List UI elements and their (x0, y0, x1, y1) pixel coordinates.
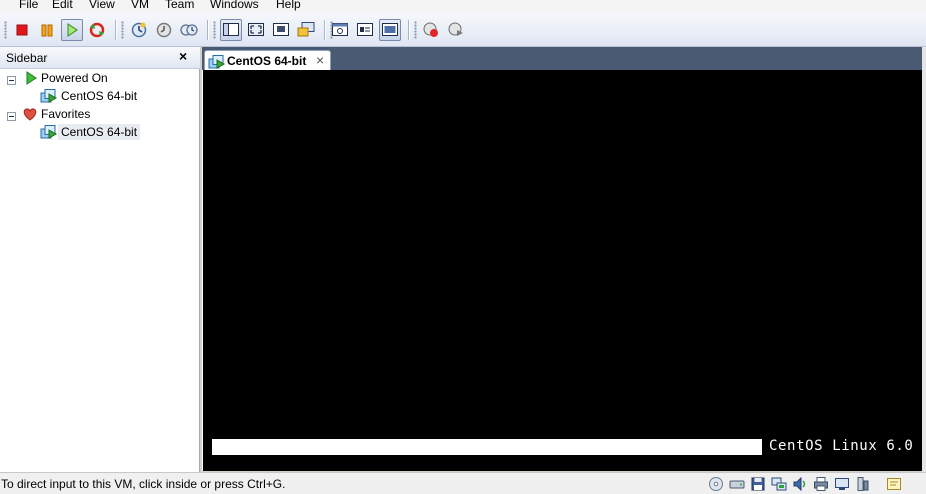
vm-icon (40, 125, 58, 139)
printer-icon[interactable] (813, 476, 829, 492)
unity-icon (273, 23, 289, 36)
toolbar-separator (324, 20, 326, 40)
stop-button[interactable] (11, 19, 33, 41)
menu-vm[interactable]: VM (131, 0, 149, 12)
full-screen-icon (248, 23, 264, 36)
summary-button[interactable] (354, 19, 376, 41)
toolbar-grip[interactable] (121, 21, 124, 39)
tree-item-centos-64-bit-favorite[interactable]: CentOS 64-bit (40, 123, 141, 141)
menu-view[interactable]: View (89, 0, 115, 12)
toolbar (0, 13, 926, 47)
summary-icon (357, 23, 373, 36)
boot-progress-fill (212, 439, 762, 455)
console-view-icon (297, 22, 315, 37)
status-message: To direct input to this VM, click inside… (1, 477, 286, 491)
status-bar: To direct input to this VM, click inside… (0, 472, 926, 494)
tree-item-centos-64-bit[interactable]: CentOS 64-bit (40, 87, 140, 105)
network-icon[interactable] (771, 476, 787, 492)
replay-button[interactable] (445, 19, 467, 41)
menu-edit[interactable]: Edit (52, 0, 73, 12)
cdrom-icon[interactable] (708, 476, 724, 492)
console-brand-text: CentOS Linux 6.0 (769, 438, 914, 454)
usb-icon[interactable] (855, 476, 871, 492)
tab-close-button[interactable]: × (316, 52, 324, 68)
display-icon[interactable] (834, 476, 850, 492)
toolbar-separator (408, 20, 410, 40)
heart-icon (23, 108, 37, 121)
menu-team[interactable]: Team (165, 0, 194, 12)
tree-group-powered-on[interactable]: Powered On (24, 69, 111, 87)
play-button[interactable] (61, 19, 83, 41)
sound-icon[interactable] (792, 476, 808, 492)
play-icon (67, 23, 78, 37)
full-screen-button[interactable] (245, 19, 267, 41)
settings-button[interactable] (329, 19, 351, 41)
toolbar-grip[interactable] (414, 21, 417, 39)
quick-switch-icon (223, 23, 239, 36)
vm-icon (40, 89, 58, 103)
toolbar-separator (115, 20, 117, 40)
console-icon (382, 23, 398, 36)
tree-group-label: Favorites (41, 107, 91, 121)
unity-button[interactable] (270, 19, 292, 41)
reset-icon (89, 22, 105, 38)
tree-group-favorites[interactable]: Favorites (22, 105, 93, 123)
sidebar-title: Sidebar (6, 51, 48, 65)
pause-icon (41, 24, 53, 37)
console-button[interactable] (379, 19, 401, 41)
floppy-icon[interactable] (750, 476, 766, 492)
tab-strip: CentOS 64-bit × (202, 47, 922, 71)
sidebar: Sidebar × Powered On CentOS 64-bit Favor… (0, 47, 200, 472)
menu-bar: File Edit View VM Team Windows Help (0, 0, 926, 13)
menu-help[interactable]: Help (276, 0, 301, 12)
toolbar-grip[interactable] (213, 21, 216, 39)
vm-console[interactable]: CentOS Linux 6.0 (202, 70, 922, 471)
snapshot-manager-icon (180, 24, 198, 36)
tab-label: CentOS 64-bit (227, 54, 307, 68)
snapshot-manager-button[interactable] (178, 19, 200, 41)
record-icon (423, 22, 438, 37)
tree-item-label: CentOS 64-bit (58, 124, 141, 140)
snapshot-button[interactable] (128, 19, 150, 41)
powered-on-icon (26, 71, 37, 85)
hard-disk-icon[interactable] (729, 476, 745, 492)
replay-icon (448, 22, 463, 36)
console-view-button[interactable] (295, 19, 317, 41)
revert-snapshot-icon (156, 22, 172, 38)
stop-icon (16, 24, 28, 36)
messages-icon[interactable] (886, 476, 902, 492)
vm-icon (208, 55, 226, 69)
revert-snapshot-button[interactable] (153, 19, 175, 41)
toolbar-separator (207, 20, 209, 40)
tree-item-label: CentOS 64-bit (61, 89, 138, 103)
window-right-edge (922, 47, 926, 472)
snapshot-icon (131, 22, 147, 38)
quick-switch-button[interactable] (220, 19, 242, 41)
pause-button[interactable] (36, 19, 58, 41)
boot-progress-bar (212, 439, 762, 455)
reset-button[interactable] (86, 19, 108, 41)
sidebar-close-button[interactable]: × (179, 48, 187, 64)
menu-windows[interactable]: Windows (210, 0, 259, 12)
toolbar-grip[interactable] (4, 21, 7, 39)
favorites-expander[interactable] (7, 112, 16, 121)
tree-group-label: Powered On (41, 71, 108, 85)
menu-file[interactable]: File (19, 0, 38, 12)
sidebar-header: Sidebar × (0, 47, 200, 69)
record-button[interactable] (420, 19, 442, 41)
tab-centos-64-bit[interactable]: CentOS 64-bit × (204, 50, 331, 71)
settings-icon (332, 23, 348, 36)
powered-on-expander[interactable] (7, 76, 16, 85)
